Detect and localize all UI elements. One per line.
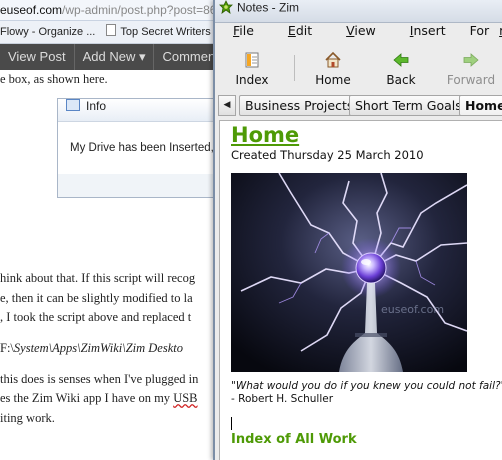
add-new-menu[interactable]: Add New ▾ bbox=[75, 44, 154, 70]
browser-address-bar[interactable]: euseof.com/wp-admin/post.php?post=86517 bbox=[0, 0, 215, 21]
toolbar-separator bbox=[294, 55, 295, 81]
home-icon bbox=[303, 51, 363, 72]
misspelled-word[interactable]: USB bbox=[173, 391, 197, 405]
text-line: this does is senses when I've plugged in bbox=[0, 372, 199, 386]
page-title: Home bbox=[231, 123, 300, 147]
menu-format[interactable]: Format bbox=[470, 23, 502, 38]
page-quote-author: - Robert H. Schuller bbox=[231, 393, 334, 405]
index-button[interactable]: Index bbox=[221, 48, 283, 88]
menu-edit[interactable]: Edit bbox=[278, 23, 322, 38]
zim-menubar: File Edit View Insert Format Search Tool… bbox=[215, 23, 502, 47]
path-line: F:\System\Apps\ZimWiki\Zim Deskto bbox=[0, 339, 183, 357]
menu-view[interactable]: View bbox=[336, 23, 386, 38]
svg-text:euseof.com: euseof.com bbox=[381, 303, 444, 316]
forward-label: Forward bbox=[446, 73, 496, 87]
zim-pathbar: ◀ Business Projects Short Term Goals Hom… bbox=[215, 92, 502, 118]
back-button[interactable]: Back bbox=[371, 48, 431, 88]
zim-toolbar: Index Home Back Forward bbox=[215, 47, 502, 89]
pathbar-business-projects[interactable]: Business Projects bbox=[239, 95, 360, 116]
back-label: Back bbox=[386, 73, 416, 87]
page-created-date: Created Thursday 25 March 2010 bbox=[231, 148, 424, 162]
post-editor-content[interactable]: e box, as shown here. Info My Drive has … bbox=[0, 70, 215, 460]
menu-file[interactable]: File bbox=[223, 23, 264, 38]
forward-button[interactable]: Forward bbox=[439, 48, 502, 88]
path-text: System\Apps\ZimWiki\Zim Deskto bbox=[13, 341, 183, 355]
menu-insert[interactable]: Insert bbox=[400, 23, 456, 38]
text-cursor bbox=[231, 417, 232, 430]
index-of-all-work-heading: Index of All Work bbox=[231, 432, 357, 447]
info-dialog-titlebar[interactable]: Info bbox=[58, 99, 215, 122]
index-icon bbox=[221, 51, 283, 72]
forward-arrow-icon bbox=[439, 51, 502, 72]
comments-link[interactable]: Commen bbox=[154, 44, 215, 70]
page-icon bbox=[106, 24, 117, 36]
info-dialog-title: Info bbox=[86, 99, 107, 113]
text-line: , I took the script above and replaced t bbox=[0, 310, 192, 324]
zim-window-title: Notes - Zim bbox=[237, 0, 300, 15]
pathbar-short-term-goals[interactable]: Short Term Goals bbox=[349, 95, 468, 116]
bookmark-top-secret-writers[interactable]: Top Secret Writers › bbox=[106, 21, 215, 43]
home-button[interactable]: Home bbox=[303, 48, 363, 88]
zim-titlebar[interactable]: Notes - Zim bbox=[215, 0, 502, 23]
info-dialog: Info My Drive has been Inserted, bbox=[57, 98, 215, 198]
info-dialog-message: My Drive has been Inserted, bbox=[58, 122, 215, 174]
url-host: euseof.com bbox=[0, 3, 63, 17]
zim-page-editor[interactable]: Home Created Thursday 25 March 2010 euse… bbox=[219, 120, 502, 460]
pathbar-home[interactable]: Home bbox=[459, 95, 502, 116]
back-arrow-icon bbox=[371, 51, 431, 72]
index-label: Index bbox=[235, 73, 269, 87]
text-line: e, then it can be slightly modified to l… bbox=[0, 291, 193, 305]
bookmark-flowy[interactable]: Flowy - Organize ... bbox=[0, 21, 95, 43]
view-post-link[interactable]: View Post bbox=[0, 44, 74, 70]
pathbar-left-arrow-icon[interactable]: ◀ bbox=[218, 95, 236, 116]
zim-window: Notes - Zim File Edit View Insert Format… bbox=[213, 0, 502, 460]
bookmarks-bar: Flowy - Organize ... Top Secret Writers … bbox=[0, 21, 215, 44]
wordpress-admin-bar: View Post Add New ▾ Commen bbox=[0, 44, 215, 70]
zim-app-icon bbox=[219, 0, 233, 17]
path-prefix: F:\ bbox=[0, 341, 14, 355]
text-line: iting work. bbox=[0, 411, 55, 425]
home-label: Home bbox=[315, 73, 351, 87]
text-line: e box, as shown here. bbox=[0, 72, 108, 86]
window-icon bbox=[66, 99, 80, 111]
text-line: hink about that. If this script will rec… bbox=[0, 271, 196, 285]
url-path: /wp-admin/post.php?post=86517 bbox=[62, 3, 215, 17]
text-line: es the Zim Wiki app I have on my USB bbox=[0, 391, 198, 405]
plasma-ball-image[interactable]: euseof.com bbox=[231, 172, 468, 372]
page-quote: "What would you do if you knew you could… bbox=[231, 380, 502, 392]
